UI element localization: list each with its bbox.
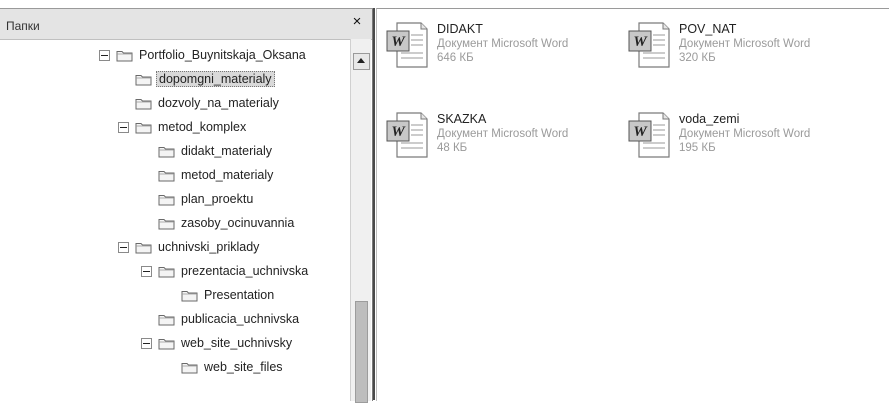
word-document-icon: W bbox=[628, 22, 670, 68]
file-name: SKAZKA bbox=[437, 112, 487, 126]
file-type: Документ Microsoft Word bbox=[679, 128, 811, 140]
folder-tree-scrollbar[interactable] bbox=[350, 39, 371, 403]
folders-pane: Папки × Portfolio_Buynitskaja_Oksana dop… bbox=[0, 8, 373, 403]
tree-item-dozvoly-na-materialy[interactable]: dozvoly_na_materialy bbox=[118, 91, 281, 115]
file-size: 320 КБ bbox=[679, 52, 716, 64]
folders-pane-title: Папки bbox=[6, 19, 40, 33]
file-type: Документ Microsoft Word bbox=[437, 38, 569, 50]
file-item-skazka[interactable]: W SKAZKA Документ Microsoft Word 48 КБ bbox=[385, 111, 625, 171]
tree-item-dopomgni-materialy[interactable]: dopomgni_materialy bbox=[118, 67, 275, 91]
pane-divider[interactable] bbox=[373, 8, 375, 400]
tree-item-label: didakt_materialy bbox=[181, 144, 273, 158]
tree-item-label: publicacia_uchnivska bbox=[181, 312, 300, 326]
word-document-icon: W bbox=[386, 22, 428, 68]
tree-item-label: Presentation bbox=[204, 288, 275, 302]
tree-item-portfolio[interactable]: Portfolio_Buynitskaja_Oksana bbox=[99, 43, 308, 67]
tree-item-metod-komplex[interactable]: metod_komplex bbox=[118, 115, 248, 139]
folder-icon bbox=[135, 98, 152, 109]
tree-item-publicacia-uchnivska[interactable]: publicacia_uchnivska bbox=[141, 307, 301, 331]
collapse-toggle-icon[interactable] bbox=[141, 265, 152, 277]
file-type: Документ Microsoft Word bbox=[679, 38, 811, 50]
file-size: 646 КБ bbox=[437, 52, 474, 64]
word-document-icon: W bbox=[386, 112, 428, 158]
folder-icon bbox=[135, 74, 152, 85]
close-icon[interactable]: × bbox=[350, 14, 364, 30]
file-name: POV_NAT bbox=[679, 22, 737, 36]
collapse-toggle-icon[interactable] bbox=[141, 337, 152, 349]
tree-item-label: dozvoly_na_materialy bbox=[158, 96, 279, 110]
folder-icon bbox=[116, 50, 133, 61]
folder-icon bbox=[158, 218, 175, 229]
tree-item-metod-materialy[interactable]: metod_materialy bbox=[141, 163, 275, 187]
tree-item-label: uchnivski_priklady bbox=[158, 240, 260, 254]
file-item-pov-nat[interactable]: W POV_NAT Документ Microsoft Word 320 КБ bbox=[627, 21, 867, 81]
tree-item-presentation[interactable]: Presentation bbox=[164, 283, 276, 307]
tree-item-web-site-files[interactable]: web_site_files bbox=[164, 355, 285, 379]
file-type: Документ Microsoft Word bbox=[437, 128, 569, 140]
folder-icon bbox=[181, 290, 198, 301]
svg-text:W: W bbox=[391, 124, 406, 140]
tree-item-label: metod_komplex bbox=[158, 120, 247, 134]
tree-item-label: web_site_files bbox=[204, 360, 283, 374]
folder-icon bbox=[135, 122, 152, 133]
word-document-icon: W bbox=[628, 112, 670, 158]
collapse-toggle-icon[interactable] bbox=[118, 241, 129, 253]
collapse-toggle-icon[interactable] bbox=[99, 49, 110, 61]
collapse-toggle-icon[interactable] bbox=[118, 121, 129, 133]
scroll-up-arrow-icon[interactable] bbox=[353, 53, 370, 70]
tree-item-label: zasoby_ocinuvannia bbox=[181, 216, 295, 230]
svg-text:W: W bbox=[391, 34, 406, 50]
tree-item-plan-proektu[interactable]: plan_proektu bbox=[141, 187, 255, 211]
files-pane: W DIDAKT Документ Microsoft Word 646 КБ … bbox=[376, 8, 889, 401]
folder-icon bbox=[158, 338, 175, 349]
folder-icon bbox=[181, 362, 198, 373]
folder-icon bbox=[135, 242, 152, 253]
folder-icon bbox=[158, 266, 175, 277]
tree-item-label: plan_proektu bbox=[181, 192, 254, 206]
folders-pane-header: Папки × bbox=[0, 9, 372, 40]
folder-icon bbox=[158, 170, 175, 181]
tree-item-label: Portfolio_Buynitskaja_Oksana bbox=[139, 48, 306, 62]
tree-item-label: prezentacia_uchnivska bbox=[181, 264, 309, 278]
folder-icon bbox=[158, 314, 175, 325]
scrollbar-thumb[interactable] bbox=[355, 301, 368, 403]
folder-icon bbox=[158, 194, 175, 205]
tree-item-zasoby-ocinuvannia[interactable]: zasoby_ocinuvannia bbox=[141, 211, 296, 235]
file-name: DIDAKT bbox=[437, 22, 483, 36]
folder-icon bbox=[158, 146, 175, 157]
svg-text:W: W bbox=[633, 124, 648, 140]
file-size: 195 КБ bbox=[679, 142, 716, 154]
tree-item-web-site-uchnivsky[interactable]: web_site_uchnivsky bbox=[141, 331, 294, 355]
tree-item-label: web_site_uchnivsky bbox=[181, 336, 293, 350]
svg-text:W: W bbox=[633, 34, 648, 50]
file-size: 48 КБ bbox=[437, 142, 468, 154]
tree-item-didakt-materialy[interactable]: didakt_materialy bbox=[141, 139, 274, 163]
file-name: voda_zemi bbox=[679, 112, 740, 126]
tree-item-label: metod_materialy bbox=[181, 168, 274, 182]
file-item-didakt[interactable]: W DIDAKT Документ Microsoft Word 646 КБ bbox=[385, 21, 625, 81]
file-item-voda-zemi[interactable]: W voda_zemi Документ Microsoft Word 195 … bbox=[627, 111, 867, 171]
folder-tree: Portfolio_Buynitskaja_Oksana dopomgni_ma… bbox=[0, 39, 350, 401]
tree-item-prezentacia-uchnivska[interactable]: prezentacia_uchnivska bbox=[141, 259, 310, 283]
tree-item-label: dopomgni_materialy bbox=[156, 71, 275, 87]
tree-item-uchnivski-priklady[interactable]: uchnivski_priklady bbox=[118, 235, 261, 259]
